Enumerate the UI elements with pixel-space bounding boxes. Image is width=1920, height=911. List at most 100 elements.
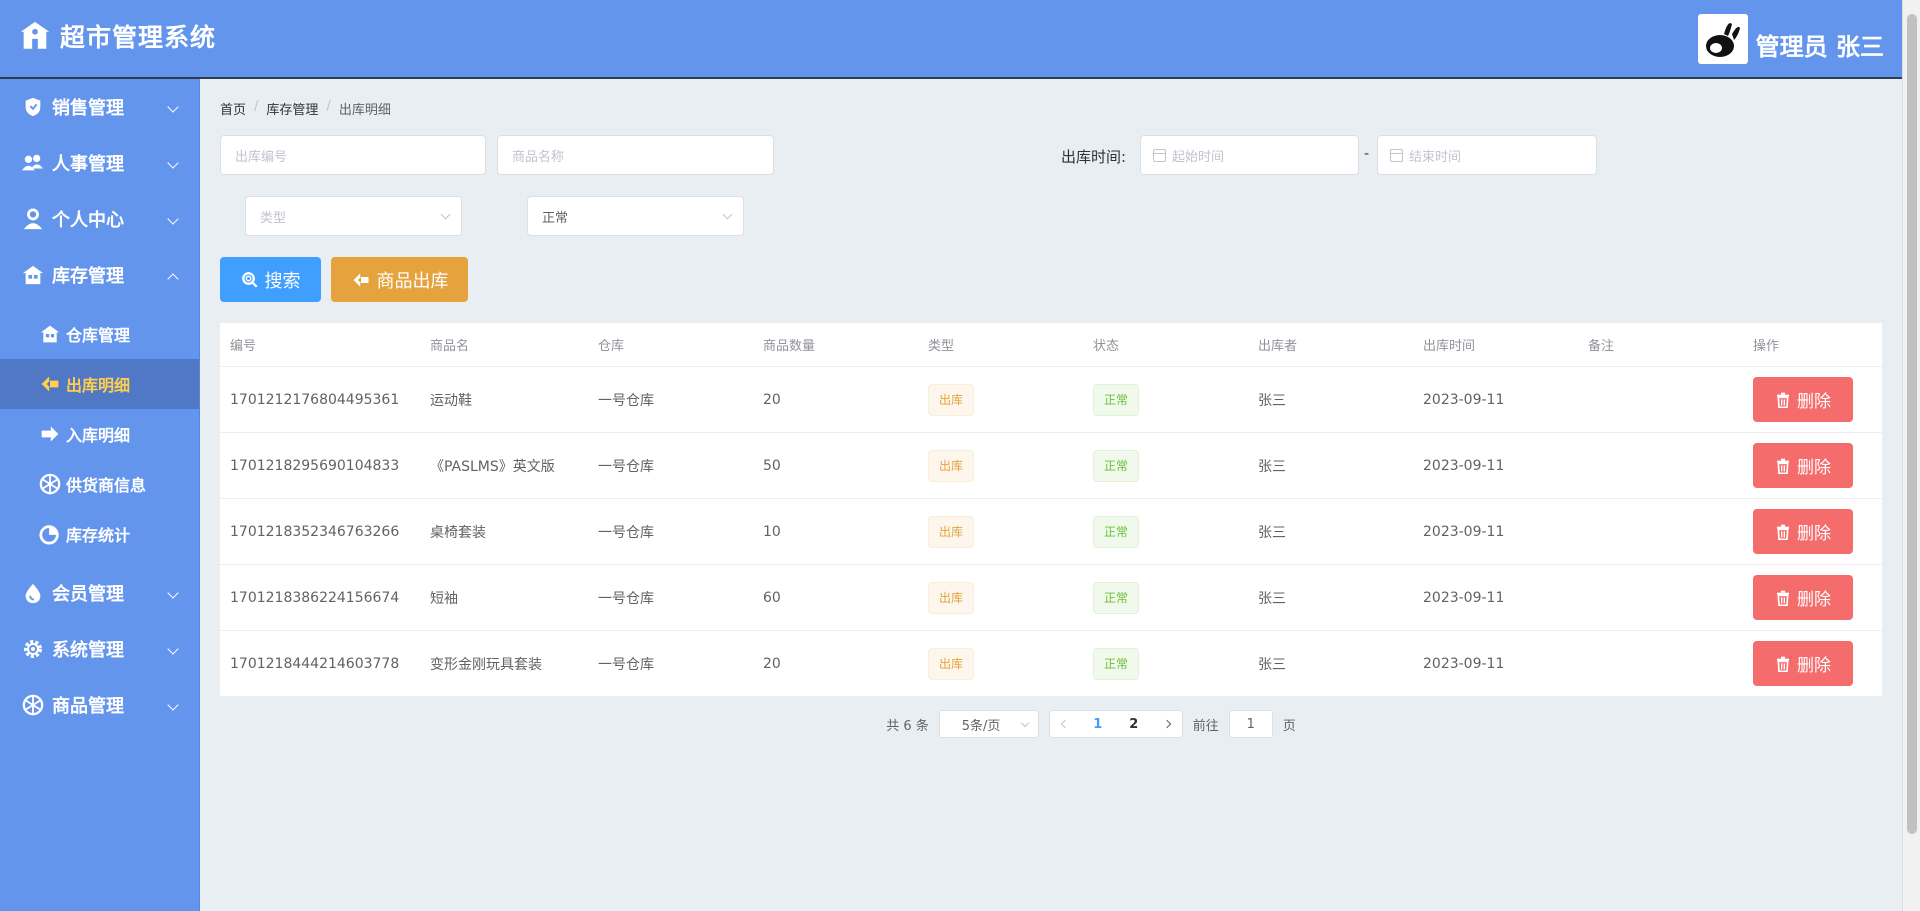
delete-button[interactable]: 删除 bbox=[1753, 443, 1853, 488]
sidebar-item-label: 商品管理 bbox=[52, 696, 124, 717]
product-name-placeholder: 商品名称 bbox=[512, 149, 565, 165]
arrow-right-icon bbox=[38, 422, 62, 446]
sidebar-item-inbound-detail[interactable]: 入库明细 bbox=[0, 409, 199, 459]
breadcrumb-home[interactable]: 首页 bbox=[220, 99, 246, 118]
type-select[interactable]: 类型 bbox=[245, 196, 462, 236]
trash-icon bbox=[1777, 656, 1789, 672]
sidebar-item-hr[interactable]: 人事管理 bbox=[0, 135, 199, 191]
drop-icon bbox=[20, 580, 46, 606]
cell-id: 1701218386224156674 bbox=[230, 589, 400, 606]
sidebar-item-products[interactable]: 商品管理 bbox=[0, 677, 199, 733]
outbound-time-label: 出库时间: bbox=[1061, 148, 1127, 166]
scrollbar-thumb[interactable] bbox=[1907, 14, 1917, 834]
delete-label: 删除 bbox=[1797, 392, 1831, 412]
brand[interactable]: 超市管理系统 bbox=[18, 18, 216, 54]
sidebar-item-label: 库存管理 bbox=[52, 266, 124, 287]
delete-button[interactable]: 删除 bbox=[1753, 575, 1853, 620]
cell-time: 2023-09-11 bbox=[1423, 391, 1505, 408]
search-icon bbox=[241, 271, 258, 288]
chevron-down-icon bbox=[167, 213, 179, 225]
trash-icon bbox=[1777, 458, 1789, 474]
product-outbound-button[interactable]: 商品出库 bbox=[331, 257, 468, 302]
sidebar-item-stock-stats[interactable]: 库存统计 bbox=[0, 509, 199, 559]
cell-name: 变形金刚玩具套装 bbox=[430, 656, 542, 673]
top-header: 超市管理系统 管理员 张三 bbox=[0, 0, 1902, 79]
delete-button[interactable]: 删除 bbox=[1753, 377, 1853, 422]
cell-id: 1701218444214603778 bbox=[230, 655, 400, 672]
prev-page-button[interactable] bbox=[1050, 711, 1080, 737]
cell-warehouse: 一号仓库 bbox=[598, 590, 654, 607]
sidebar-item-label: 会员管理 bbox=[52, 584, 124, 605]
breadcrumb: 首页 / 库存管理 / 出库明细 bbox=[220, 99, 391, 118]
cell-qty: 50 bbox=[763, 457, 781, 474]
cell-warehouse: 一号仓库 bbox=[598, 656, 654, 673]
goto-page-value: 1 bbox=[1246, 716, 1255, 732]
product-name-input[interactable]: 商品名称 bbox=[497, 135, 774, 175]
sidebar-item-label: 人事管理 bbox=[52, 154, 124, 175]
cell-time: 2023-09-11 bbox=[1423, 523, 1505, 540]
cell-warehouse: 一号仓库 bbox=[598, 392, 654, 409]
column-header: 操作 bbox=[1753, 339, 1780, 354]
table-row: 1701218295690104833 《PASLMS》英文版 一号仓库 50 … bbox=[220, 433, 1882, 499]
next-page-button[interactable] bbox=[1152, 711, 1182, 737]
search-button-label: 搜索 bbox=[264, 270, 301, 292]
column-header: 状态 bbox=[1093, 339, 1120, 354]
cell-warehouse: 一号仓库 bbox=[598, 458, 654, 475]
end-date-placeholder: 结束时间 bbox=[1409, 149, 1462, 165]
cell-warehouse: 一号仓库 bbox=[598, 524, 654, 541]
delete-label: 删除 bbox=[1797, 656, 1831, 676]
cell-qty: 20 bbox=[763, 391, 781, 408]
chart-circle-icon bbox=[38, 522, 62, 546]
cell-time: 2023-09-11 bbox=[1423, 589, 1505, 606]
table-row: 1701218352346763266 桌椅套装 一号仓库 10 出库 正常 张… bbox=[220, 499, 1882, 565]
page-number[interactable]: 2 bbox=[1116, 717, 1152, 732]
outbound-no-input[interactable]: 出库编号 bbox=[220, 135, 486, 175]
chevron-down-icon bbox=[167, 699, 179, 711]
end-date-input[interactable]: 结束时间 bbox=[1377, 135, 1597, 175]
sidebar-item-outbound-detail[interactable]: 出库明细 bbox=[0, 359, 199, 409]
house-icon bbox=[20, 21, 50, 49]
sidebar-item-inventory[interactable]: 库存管理 bbox=[0, 247, 199, 303]
user-icon bbox=[20, 206, 46, 232]
vertical-scrollbar[interactable] bbox=[1902, 0, 1920, 911]
sidebar-item-label: 销售管理 bbox=[52, 98, 124, 119]
user-menu[interactable]: 管理员 张三 bbox=[1697, 14, 1884, 64]
cell-id: 1701212176804495361 bbox=[230, 391, 400, 408]
type-tag: 出库 bbox=[928, 515, 975, 548]
outbound-table: 编号 商品名 仓库 商品数量 类型 状态 出库者 出库时间 备注 操作 1701… bbox=[220, 323, 1882, 697]
sidebar-item-profile[interactable]: 个人中心 bbox=[0, 191, 199, 247]
sidebar-item-system[interactable]: 系统管理 bbox=[0, 621, 199, 677]
user-name: 管理员 张三 bbox=[1755, 33, 1884, 61]
breadcrumb-separator: / bbox=[254, 99, 259, 114]
search-button[interactable]: 搜索 bbox=[220, 257, 321, 302]
chevron-down-icon bbox=[167, 643, 179, 655]
page-size-select[interactable]: 5条/页 bbox=[938, 710, 1039, 738]
column-header: 备注 bbox=[1588, 339, 1615, 354]
page-number[interactable]: 1 bbox=[1080, 717, 1116, 732]
sidebar-item-supplier[interactable]: 供货商信息 bbox=[0, 459, 199, 509]
goto-page-input[interactable]: 1 bbox=[1228, 710, 1273, 738]
date-range-separator: - bbox=[1364, 146, 1370, 162]
delete-button[interactable]: 删除 bbox=[1753, 509, 1853, 554]
table-header: 编号 商品名 仓库 商品数量 类型 状态 出库者 出库时间 备注 操作 bbox=[220, 323, 1882, 367]
arrow-left-icon bbox=[38, 372, 62, 396]
cell-id: 1701218295690104833 bbox=[230, 457, 400, 474]
delete-button[interactable]: 删除 bbox=[1753, 641, 1853, 686]
avatar[interactable] bbox=[1697, 14, 1748, 64]
column-header: 类型 bbox=[928, 339, 955, 354]
start-date-input[interactable]: 起始时间 bbox=[1140, 135, 1359, 175]
sidebar-item-warehouse[interactable]: 仓库管理 bbox=[0, 309, 199, 359]
status-select[interactable]: 正常 bbox=[527, 196, 744, 236]
cell-operator: 张三 bbox=[1258, 656, 1286, 673]
breadcrumb-current: 出库明细 bbox=[338, 103, 391, 118]
table-row: 1701218444214603778 变形金刚玩具套装 一号仓库 20 出库 … bbox=[220, 631, 1882, 697]
sidebar-item-sales[interactable]: 销售管理 bbox=[0, 79, 199, 135]
cell-time: 2023-09-11 bbox=[1423, 655, 1505, 672]
sidebar-item-members[interactable]: 会员管理 bbox=[0, 565, 199, 621]
breadcrumb-parent[interactable]: 库存管理 bbox=[266, 99, 318, 118]
table-row: 1701218386224156674 短袖 一号仓库 60 出库 正常 张三 … bbox=[220, 565, 1882, 631]
breadcrumb-separator: / bbox=[326, 99, 331, 114]
cell-name: 《PASLMS》英文版 bbox=[430, 458, 555, 475]
type-placeholder: 类型 bbox=[260, 210, 287, 226]
cell-time: 2023-09-11 bbox=[1423, 457, 1505, 474]
